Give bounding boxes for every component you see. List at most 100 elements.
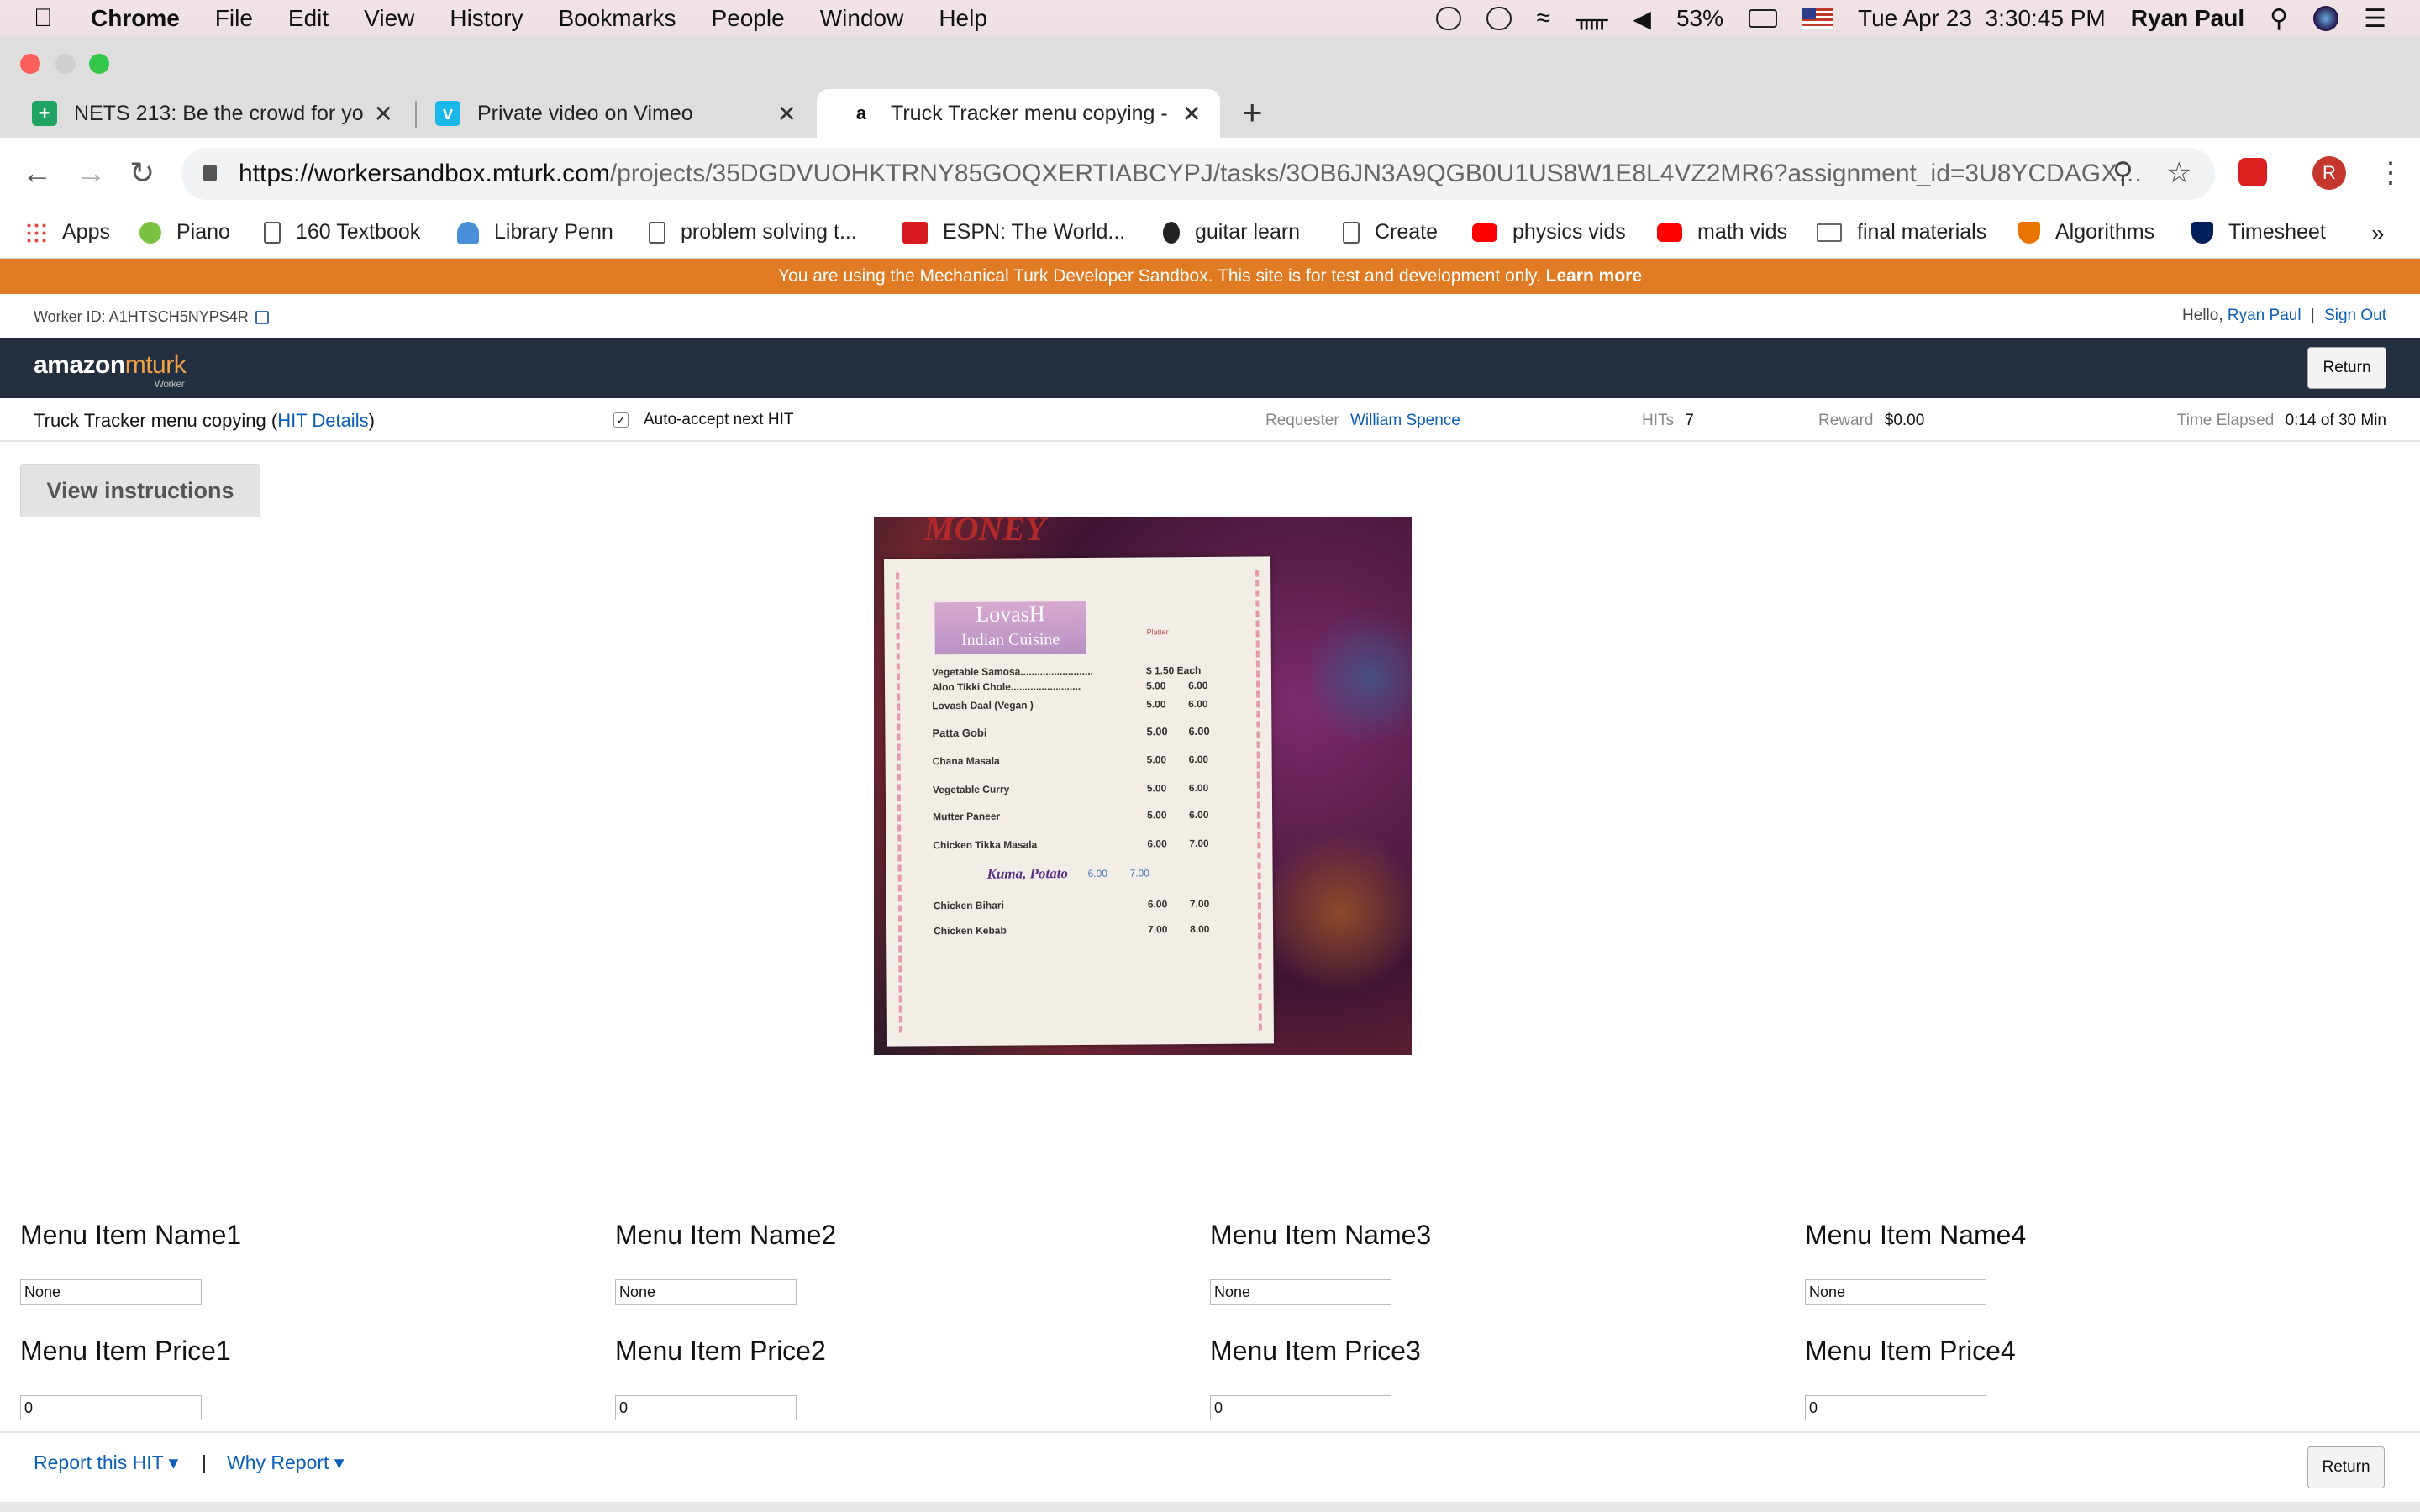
tab-nets213[interactable]: + NETS 213: Be the crowd for yo ✕ <box>0 89 412 138</box>
tab-close-icon[interactable]: ✕ <box>374 100 393 128</box>
tab-vimeo[interactable]: v Private video on Vimeo ✕ <box>403 89 815 138</box>
return-button-bottom[interactable]: Return <box>2307 1446 2385 1488</box>
penn-shield-icon <box>2191 221 2213 244</box>
bookmark-physics-vids[interactable]: physics vids <box>1472 220 1626 244</box>
menu-item-name2-input[interactable] <box>615 1279 797 1305</box>
adblock-extension-icon[interactable] <box>2238 158 2267 186</box>
return-button[interactable]: Return <box>2307 347 2386 389</box>
item-price-platter: 7.00 <box>1129 867 1150 879</box>
bookmark-math-vids[interactable]: math vids <box>1657 220 1787 244</box>
bookmark-piano[interactable]: Piano <box>139 220 230 244</box>
bookmark-problem-solving[interactable]: problem solving t... <box>649 220 857 244</box>
bookmark-algorithms[interactable]: Algorithms <box>2018 220 2154 244</box>
siri-icon[interactable] <box>2313 6 2339 31</box>
tab-label: Private video on Vimeo <box>477 101 693 125</box>
requester-link[interactable]: William Spence <box>1350 412 1460 429</box>
view-instructions-button[interactable]: View instructions <box>20 464 260 517</box>
chrome-menu-icon[interactable]: ⋮ <box>2376 156 2405 190</box>
input-source-flag-icon[interactable] <box>1802 8 1833 29</box>
sign-out-link[interactable]: Sign Out <box>2324 307 2386 324</box>
sandbox-text: You are using the Mechanical Turk Develo… <box>777 266 1541 286</box>
menu-item-price3-input[interactable] <box>1210 1395 1392 1420</box>
vimeo-icon: v <box>435 101 460 126</box>
bookmark-label: Create <box>1375 220 1439 244</box>
reload-icon[interactable]: ↻ <box>129 155 155 192</box>
forward-arrow-icon[interactable]: → <box>76 155 106 192</box>
menu-help[interactable]: Help <box>939 5 987 32</box>
bookmark-160-textbook[interactable]: 160 Textbook <box>264 220 420 244</box>
window-minimize-button[interactable] <box>55 54 76 74</box>
menu-history[interactable]: History <box>450 5 523 32</box>
auto-accept-checkbox[interactable]: ✓ <box>613 412 629 428</box>
menu-edit[interactable]: Edit <box>288 5 329 32</box>
mturk-logo[interactable]: amazonmturk Worker <box>34 351 187 390</box>
notification-center-icon[interactable]: ☰ <box>2364 4 2386 34</box>
spotlight-search-icon[interactable]: ⚲ <box>2270 4 2288 34</box>
menubar-clock[interactable]: Tue Apr 23 3:30:45 PM <box>1858 5 2106 32</box>
item-name: Patta Gobi <box>932 726 987 740</box>
bookmark-apps[interactable]: Apps <box>25 220 110 244</box>
auto-accept[interactable]: ✓ Auto-accept next HIT <box>613 411 793 429</box>
menu-view[interactable]: View <box>364 5 414 32</box>
tab-label: NETS 213: Be the crowd for yo <box>74 101 364 125</box>
menu-item-name4-input[interactable] <box>1805 1279 1986 1305</box>
creative-cloud-icon[interactable] <box>1486 7 1512 30</box>
why-report-link[interactable]: Why Report ▾ <box>227 1452 344 1474</box>
battery-percent[interactable]: 53% <box>1676 5 1723 32</box>
menu-bookmarks[interactable]: Bookmarks <box>558 5 676 32</box>
battery-icon[interactable] <box>1749 9 1778 28</box>
apple-logo-icon[interactable]:  <box>34 4 59 33</box>
menubar-user[interactable]: Ryan Paul <box>2131 5 2244 32</box>
item-price: 5.00 <box>1146 725 1168 738</box>
menu-item-price1-input[interactable] <box>20 1395 202 1420</box>
mturk-header: amazonmturk Worker Return <box>0 338 2420 398</box>
tab-close-icon[interactable]: ✕ <box>777 100 797 128</box>
bluetooth-icon[interactable]: ᚅ <box>1576 5 1607 33</box>
tab-close-icon[interactable]: ✕ <box>1182 100 1202 128</box>
volume-icon[interactable]: ◀ <box>1633 5 1651 33</box>
menu-app-name[interactable]: Chrome <box>91 5 180 32</box>
zoom-magnifier-icon[interactable]: ⚲ <box>2112 156 2133 190</box>
item-name: Chicken Tikka Masala <box>933 838 1038 852</box>
menu-item-price4-input[interactable] <box>1805 1395 1986 1420</box>
menu-window[interactable]: Window <box>820 5 904 32</box>
report-hit-link[interactable]: Report this HIT ▾ <box>34 1452 178 1474</box>
hit-details-link[interactable]: HIT Details <box>277 410 368 431</box>
bookmark-guitar-learn[interactable]: guitar learn <box>1163 220 1300 244</box>
logo-line2: Indian Cuisine <box>960 630 1060 649</box>
profile-avatar[interactable]: R <box>2312 156 2346 190</box>
item-price: 5.00 <box>1146 698 1166 711</box>
bookmark-final-materials[interactable]: final materials <box>1817 220 1986 244</box>
back-arrow-icon[interactable]: ← <box>22 155 52 192</box>
bookmarks-overflow-chevron-icon[interactable]: » <box>2371 220 2385 247</box>
bookmark-espn[interactable]: ESPN: The World... <box>902 220 1125 244</box>
learn-more-link[interactable]: Learn more <box>1546 266 1642 286</box>
hit-title: Truck Tracker menu copying (HIT Details) <box>34 410 375 431</box>
item-price-platter: 6.00 <box>1188 781 1209 795</box>
bookmark-create[interactable]: Create <box>1343 220 1438 244</box>
lock-icon[interactable] <box>203 165 217 181</box>
user-name-link[interactable]: Ryan Paul <box>2228 307 2302 324</box>
menu-item-name3-input[interactable] <box>1210 1279 1392 1305</box>
do-not-disturb-icon[interactable] <box>1435 7 1461 30</box>
window-close-button[interactable] <box>20 54 40 74</box>
menu-file[interactable]: File <box>215 5 253 32</box>
menu-item-name1-input[interactable] <box>20 1279 202 1305</box>
menu-people[interactable]: People <box>712 5 785 32</box>
item-price: $ 1.50 Each <box>1145 664 1202 677</box>
new-tab-button[interactable]: + <box>1242 95 1263 130</box>
menu-item-price2-input[interactable] <box>615 1395 797 1420</box>
bookmark-library-penn[interactable]: Library Penn <box>457 220 613 244</box>
tab-truck-tracker[interactable]: a Truck Tracker menu copying - ✕ <box>817 89 1220 138</box>
bookmark-timesheet[interactable]: Timesheet <box>2191 220 2326 244</box>
bookmark-star-icon[interactable]: ☆ <box>2166 156 2191 190</box>
item-price-platter: 6.00 <box>1188 753 1209 766</box>
wifi-icon[interactable]: ≈ <box>1537 4 1550 33</box>
copy-icon[interactable] <box>255 311 269 324</box>
bookmark-label: Algorithms <box>2055 220 2155 244</box>
window-zoom-button[interactable] <box>89 54 109 74</box>
hits-value: 7 <box>1685 412 1694 429</box>
bookmark-label: Timesheet <box>2228 220 2326 244</box>
address-url[interactable]: https://workersandbox.mturk.com/projects… <box>239 160 2143 188</box>
address-bar[interactable]: https://workersandbox.mturk.com/projects… <box>182 148 2215 200</box>
